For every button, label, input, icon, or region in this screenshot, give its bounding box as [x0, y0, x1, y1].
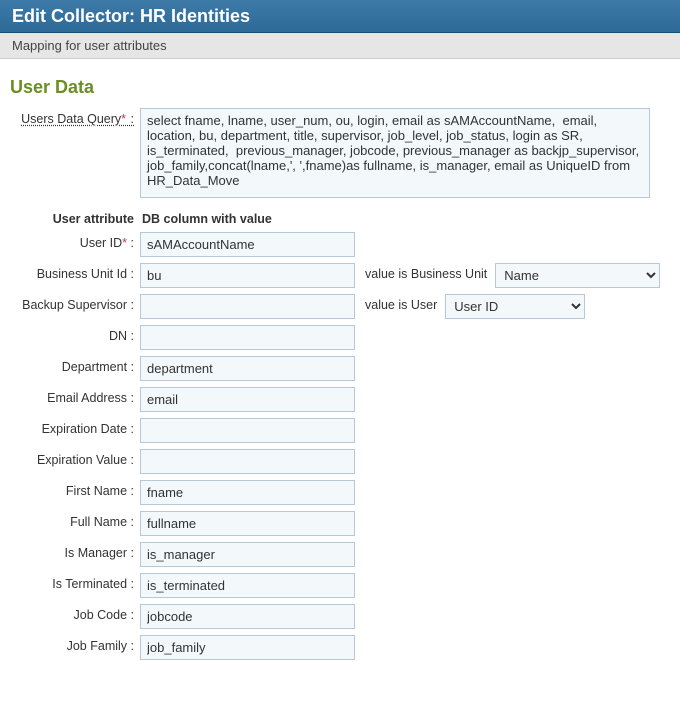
- row-expiration-date: Expiration Date :: [0, 418, 680, 443]
- section-title-user-data: User Data: [10, 77, 680, 98]
- label-first-name: First Name :: [0, 480, 140, 498]
- row-dn: DN :: [0, 325, 680, 350]
- users-data-query-input[interactable]: [140, 108, 650, 198]
- email-input[interactable]: [140, 387, 355, 412]
- backup-supervisor-select[interactable]: User ID: [445, 294, 585, 319]
- row-user-id: User ID* :: [0, 232, 680, 257]
- full-name-input[interactable]: [140, 511, 355, 536]
- label-job-code: Job Code :: [0, 604, 140, 622]
- label-full-name: Full Name :: [0, 511, 140, 529]
- attribute-header-right: DB column with value: [140, 212, 272, 226]
- attribute-header-row: User attribute DB column with value: [0, 212, 680, 226]
- label-is-terminated: Is Terminated :: [0, 573, 140, 591]
- row-backup-supervisor: Backup Supervisor : value is User User I…: [0, 294, 680, 319]
- first-name-input[interactable]: [140, 480, 355, 505]
- row-email: Email Address :: [0, 387, 680, 412]
- window-header: Edit Collector: HR Identities: [0, 0, 680, 33]
- user-id-input[interactable]: [140, 232, 355, 257]
- business-unit-select[interactable]: Name: [495, 263, 660, 288]
- label-users-data-query: Users Data Query* :: [0, 108, 140, 126]
- label-dn: DN :: [0, 325, 140, 343]
- label-department: Department :: [0, 356, 140, 374]
- row-expiration-value: Expiration Value :: [0, 449, 680, 474]
- row-job-family: Job Family :: [0, 635, 680, 660]
- attribute-header-left: User attribute: [0, 212, 140, 226]
- job-family-input[interactable]: [140, 635, 355, 660]
- label-user-id: User ID* :: [0, 232, 140, 250]
- job-code-input[interactable]: [140, 604, 355, 629]
- row-users-data-query: Users Data Query* :: [0, 108, 680, 198]
- row-is-terminated: Is Terminated :: [0, 573, 680, 598]
- is-terminated-input[interactable]: [140, 573, 355, 598]
- row-is-manager: Is Manager :: [0, 542, 680, 567]
- label-value-is-user: value is User: [355, 294, 445, 312]
- row-full-name: Full Name :: [0, 511, 680, 536]
- window-title: Edit Collector: HR Identities: [12, 6, 250, 26]
- expiration-date-input[interactable]: [140, 418, 355, 443]
- label-expiration-value: Expiration Value :: [0, 449, 140, 467]
- label-email: Email Address :: [0, 387, 140, 405]
- row-business-unit: Business Unit Id : value is Business Uni…: [0, 263, 680, 288]
- expiration-value-input[interactable]: [140, 449, 355, 474]
- label-is-manager: Is Manager :: [0, 542, 140, 560]
- is-manager-input[interactable]: [140, 542, 355, 567]
- department-input[interactable]: [140, 356, 355, 381]
- window-subheader: Mapping for user attributes: [0, 33, 680, 59]
- label-backup-supervisor: Backup Supervisor :: [0, 294, 140, 312]
- row-department: Department :: [0, 356, 680, 381]
- label-expiration-date: Expiration Date :: [0, 418, 140, 436]
- row-job-code: Job Code :: [0, 604, 680, 629]
- business-unit-input[interactable]: [140, 263, 355, 288]
- label-business-unit: Business Unit Id :: [0, 263, 140, 281]
- dn-input[interactable]: [140, 325, 355, 350]
- row-first-name: First Name :: [0, 480, 680, 505]
- label-job-family: Job Family :: [0, 635, 140, 653]
- label-value-is-business-unit: value is Business Unit: [355, 263, 495, 281]
- backup-supervisor-input[interactable]: [140, 294, 355, 319]
